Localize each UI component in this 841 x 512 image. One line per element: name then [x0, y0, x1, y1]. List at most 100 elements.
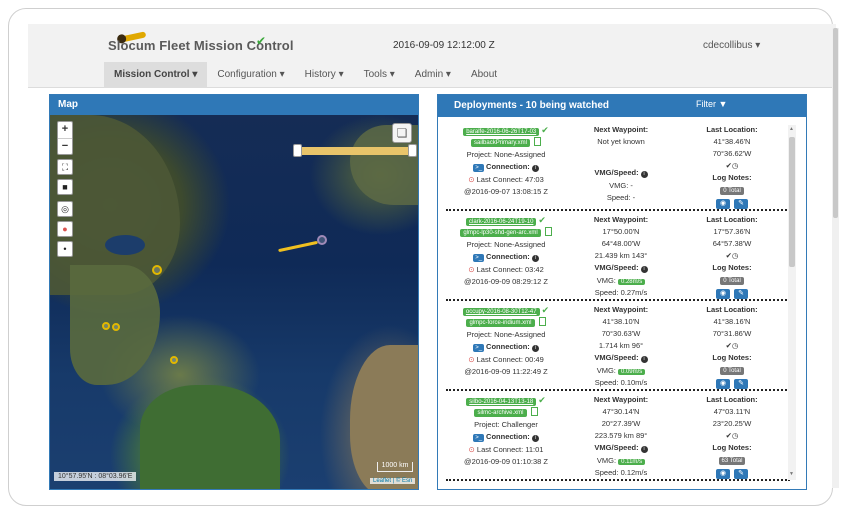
edit-icon[interactable]: ✎ [734, 469, 748, 479]
nav-admin[interactable]: Admin ▾ [405, 62, 461, 88]
map-view[interactable]: + − ⛶ ■ ◎ ● • ❏ 10°57.95'N : 08°03.96'E … [50, 115, 418, 489]
connect-time: @2016-09-09 01:10:38 Z [464, 457, 548, 466]
waypoint-line: Not yet known [597, 137, 645, 146]
document-icon[interactable] [533, 137, 541, 146]
document-icon[interactable] [530, 407, 538, 416]
current-datetime: 2016-09-09 12:12:00 Z [393, 40, 495, 51]
page-scrollbar[interactable] [832, 28, 839, 488]
vmg-badge: 0.09m/s [617, 369, 646, 375]
waypoint-line: 21.439 km 143° [594, 251, 648, 260]
layers-icon[interactable]: ❏ [392, 123, 412, 143]
deployment-name-link[interactable]: occupy-2016-08-30T12-47 [462, 308, 540, 316]
dot-icon[interactable]: • [57, 241, 73, 257]
eye-icon[interactable]: ◉ [716, 289, 730, 299]
info-icon[interactable]: i [531, 255, 539, 262]
connect-time: @2016-09-09 08:29:12 Z [464, 277, 548, 286]
last-lon: 70°31.86'W [712, 329, 752, 338]
glider-marker[interactable] [152, 265, 162, 275]
mission-file-link[interactable]: glmpc-force-iridium.xml [466, 319, 535, 327]
time-range-slider[interactable] [293, 144, 417, 157]
deployment-card: silbo-2016-04-13T13-18 ✔ silmc-archive.xm… [446, 391, 790, 481]
nav-configuration[interactable]: Configuration ▾ [207, 62, 294, 88]
deployments-title: Deployments - 10 being watched [454, 100, 610, 111]
deployment-name-link[interactable]: clark-2016-06-24T19-10 [466, 218, 537, 226]
vmg-value: VMG: - [609, 181, 633, 190]
info-icon[interactable]: i [531, 435, 539, 442]
map-attribution[interactable]: Leaflet | © Esri [370, 478, 416, 484]
document-icon[interactable] [538, 317, 546, 326]
last-connect: Last Connect: 03:42 [476, 265, 544, 274]
last-connect: Last Connect: 11:01 [476, 445, 544, 454]
glider-track [278, 240, 318, 253]
glider-marker[interactable] [170, 356, 178, 364]
deployment-scrollbar[interactable]: ▲ ▼ [788, 125, 796, 480]
waypoint-line: 1.714 km 96° [598, 341, 644, 350]
deployment-card: clark-2016-06-24T19-10 ✔ glmpc-lp30-shd-g… [446, 211, 790, 301]
slider-handle-end[interactable] [408, 144, 417, 157]
filter-button[interactable]: Filter ▼ [696, 99, 727, 109]
eye-icon[interactable]: ◉ [716, 379, 730, 389]
nav-about[interactable]: About [461, 62, 507, 88]
terminal-icon[interactable]: >_ [473, 164, 485, 172]
connect-time: @2016-09-07 13:08:15 Z [464, 187, 548, 196]
glider-marker[interactable] [102, 322, 110, 330]
deployment-name-link[interactable]: silbo-2016-04-13T13-18 [466, 398, 537, 406]
glider-marker[interactable] [112, 323, 120, 331]
great-lakes [105, 235, 145, 255]
red-marker-icon[interactable]: ● [57, 221, 73, 237]
mission-file-link[interactable]: silmc-archive.xml [474, 409, 527, 417]
scroll-up-icon[interactable]: ▲ [789, 126, 794, 132]
info-icon[interactable]: i [640, 171, 648, 178]
mission-file-link[interactable]: sailbackPrimary.xml [471, 139, 530, 147]
glider-marker[interactable] [317, 235, 327, 245]
user-name: cdecollibus [703, 40, 753, 51]
mission-file-link[interactable]: glmpc-lp30-shd-gen-arc.xml [460, 229, 541, 237]
check-icon: ✔ [538, 215, 546, 225]
target-icon[interactable]: ◎ [57, 201, 73, 217]
slider-handle-start[interactable] [293, 144, 302, 157]
edit-icon[interactable]: ✎ [734, 379, 748, 389]
nav-mission-control[interactable]: Mission Control ▾ [104, 62, 208, 88]
fullscreen-icon[interactable]: ⛶ [57, 159, 73, 175]
project-label: Project: None-Assigned [466, 330, 546, 339]
zoom-out-button[interactable]: − [58, 138, 72, 154]
info-icon[interactable]: i [640, 446, 648, 453]
last-location-label: Last Location: [706, 215, 758, 224]
log-notes-label: Log Notes: [712, 263, 752, 272]
edit-icon[interactable]: ✎ [734, 199, 748, 209]
deployment-name-link[interactable]: baralfe-2016-06-26T17-03 [463, 128, 540, 136]
nav-history[interactable]: History ▾ [295, 62, 354, 88]
nav-tools[interactable]: Tools ▾ [354, 62, 405, 88]
page-scrollbar-thumb[interactable] [833, 28, 838, 218]
waypoint-line: 70°30.63'W [601, 329, 641, 338]
terminal-icon[interactable]: >_ [473, 344, 485, 352]
deployment-list[interactable]: baralfe-2016-06-26T17-03 ✔ sailbackPrimar… [446, 121, 790, 485]
zoom-in-button[interactable]: + [58, 122, 72, 138]
info-icon[interactable]: i [531, 165, 539, 172]
deployments-header: Deployments - 10 being watched Filter ▼ [438, 95, 806, 117]
log-total-badge: 0 Total [720, 187, 744, 195]
edit-icon[interactable]: ✎ [734, 289, 748, 299]
terminal-icon[interactable]: >_ [473, 434, 485, 442]
clock-icon: ✔◷ [725, 431, 739, 440]
alert-circle-icon: ⊙ [468, 175, 475, 184]
vmg-speed-label: VMG/Speed: [594, 443, 639, 452]
info-icon[interactable]: i [531, 345, 539, 352]
log-notes-label: Log Notes: [712, 173, 752, 182]
user-menu[interactable]: cdecollibus ▾ [703, 40, 760, 51]
eye-icon[interactable]: ◉ [716, 469, 730, 479]
last-lat: 41°38.46'N [713, 137, 751, 146]
scroll-down-icon[interactable]: ▼ [789, 471, 794, 477]
nav-label: History [304, 69, 336, 80]
alert-circle-icon: ⊙ [468, 265, 475, 274]
info-icon[interactable]: i [640, 266, 648, 273]
nav-label: Tools [363, 69, 387, 80]
deployment-scrollbar-thumb[interactable] [789, 137, 795, 267]
stop-icon[interactable]: ■ [57, 179, 73, 195]
document-icon[interactable] [544, 227, 552, 236]
vmg-speed-label: VMG/Speed: [594, 263, 639, 272]
info-icon[interactable]: i [640, 356, 648, 363]
project-label: Project: None-Assigned [466, 150, 546, 159]
terminal-icon[interactable]: >_ [473, 254, 485, 262]
eye-icon[interactable]: ◉ [716, 199, 730, 209]
